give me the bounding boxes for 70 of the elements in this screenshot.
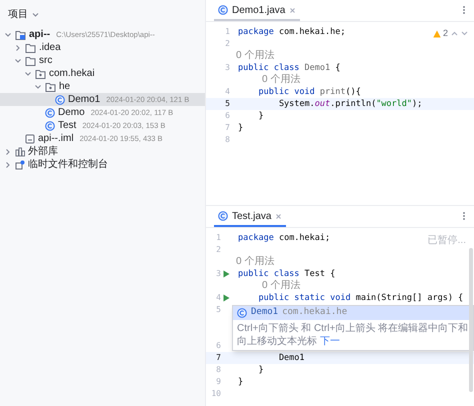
popup-hint-text: Ctrl+向下箭头 和 Ctrl+向上箭头 将在编辑器中向下和向上移动文本光标 下一	[236, 322, 470, 349]
class-icon	[45, 108, 55, 118]
close-icon	[289, 6, 296, 14]
line-number: 2	[225, 38, 230, 50]
library-icon	[15, 146, 25, 156]
run-icon[interactable]	[223, 270, 230, 278]
tree-item[interactable]: 外部库	[0, 145, 205, 158]
line-number: 4	[225, 86, 230, 98]
usage-hint: 0 个用法	[262, 74, 300, 86]
code-line: }	[257, 364, 264, 376]
code-line: package com.hekai.he;	[238, 26, 346, 38]
class-icon	[55, 94, 65, 104]
tree-item[interactable]: com.hekai	[0, 67, 205, 80]
class-icon	[45, 120, 55, 130]
line-number: 3	[225, 62, 230, 74]
file-icon	[25, 134, 35, 144]
more-options-icon	[462, 211, 466, 221]
line-number: 3	[216, 268, 221, 280]
more-options-icon	[462, 5, 466, 15]
warning-count[interactable]: 2	[432, 27, 448, 40]
code-line: public class Test {	[238, 268, 336, 280]
usage-hint: 0 个用法	[236, 256, 274, 268]
line-number: 1	[216, 232, 221, 244]
usage-hint: 0 个用法	[262, 280, 300, 292]
code-line: Demo1	[278, 352, 305, 364]
panel-title[interactable]: 项目	[8, 6, 28, 22]
tree-item[interactable]: .idea	[0, 41, 205, 54]
code-line: public class Demo1 {	[238, 62, 340, 74]
code-line: }	[257, 110, 264, 122]
class-icon	[237, 308, 247, 318]
folder-icon	[25, 56, 36, 66]
editor-tab[interactable]: Test.java	[214, 207, 286, 227]
tree-item[interactable]: he	[0, 80, 205, 93]
usage-hint: 0 个用法	[236, 50, 274, 62]
line-number: 5	[225, 98, 230, 110]
line-number: 5	[216, 304, 221, 316]
code-line: }	[238, 376, 244, 388]
next-tip-link[interactable]: 下一	[320, 336, 340, 347]
line-number: 7	[216, 352, 221, 364]
scratch-file-icon	[15, 160, 25, 170]
folder-icon	[25, 42, 36, 52]
run-icon[interactable]	[223, 294, 230, 302]
warning-icon	[432, 30, 441, 38]
class-icon	[218, 211, 228, 221]
status-text: 已暂停...	[428, 234, 466, 248]
line-number: 6	[216, 340, 221, 352]
editor-tab[interactable]: Demo1.java	[214, 1, 300, 21]
line-number: 1	[225, 26, 230, 38]
package-icon	[35, 68, 46, 78]
class-icon	[218, 5, 228, 15]
code-line: package com.hekai;	[238, 232, 330, 244]
close-icon	[275, 212, 282, 220]
dropdown-caret-icon	[32, 10, 39, 18]
line-number: 4	[216, 292, 221, 304]
line-number: 8	[225, 134, 230, 146]
module-folder-icon	[15, 30, 26, 40]
code-line: public void print(){	[257, 86, 361, 98]
line-number: 2	[216, 244, 221, 256]
line-number: 7	[225, 122, 230, 134]
package-icon	[45, 82, 56, 92]
code-line: }	[238, 122, 244, 134]
scrollbar-thumb[interactable]	[469, 248, 473, 392]
code-line: System.out.println("world");	[278, 98, 422, 110]
line-number: 10	[211, 388, 221, 400]
tree-item[interactable]: 临时文件和控制台	[0, 158, 205, 171]
code-line: public static void main(String[] args) {	[257, 292, 464, 304]
tree-item[interactable]: src	[0, 54, 205, 67]
line-number: 8	[216, 364, 221, 376]
line-number: 6	[225, 110, 230, 122]
line-number: 9	[216, 376, 221, 388]
